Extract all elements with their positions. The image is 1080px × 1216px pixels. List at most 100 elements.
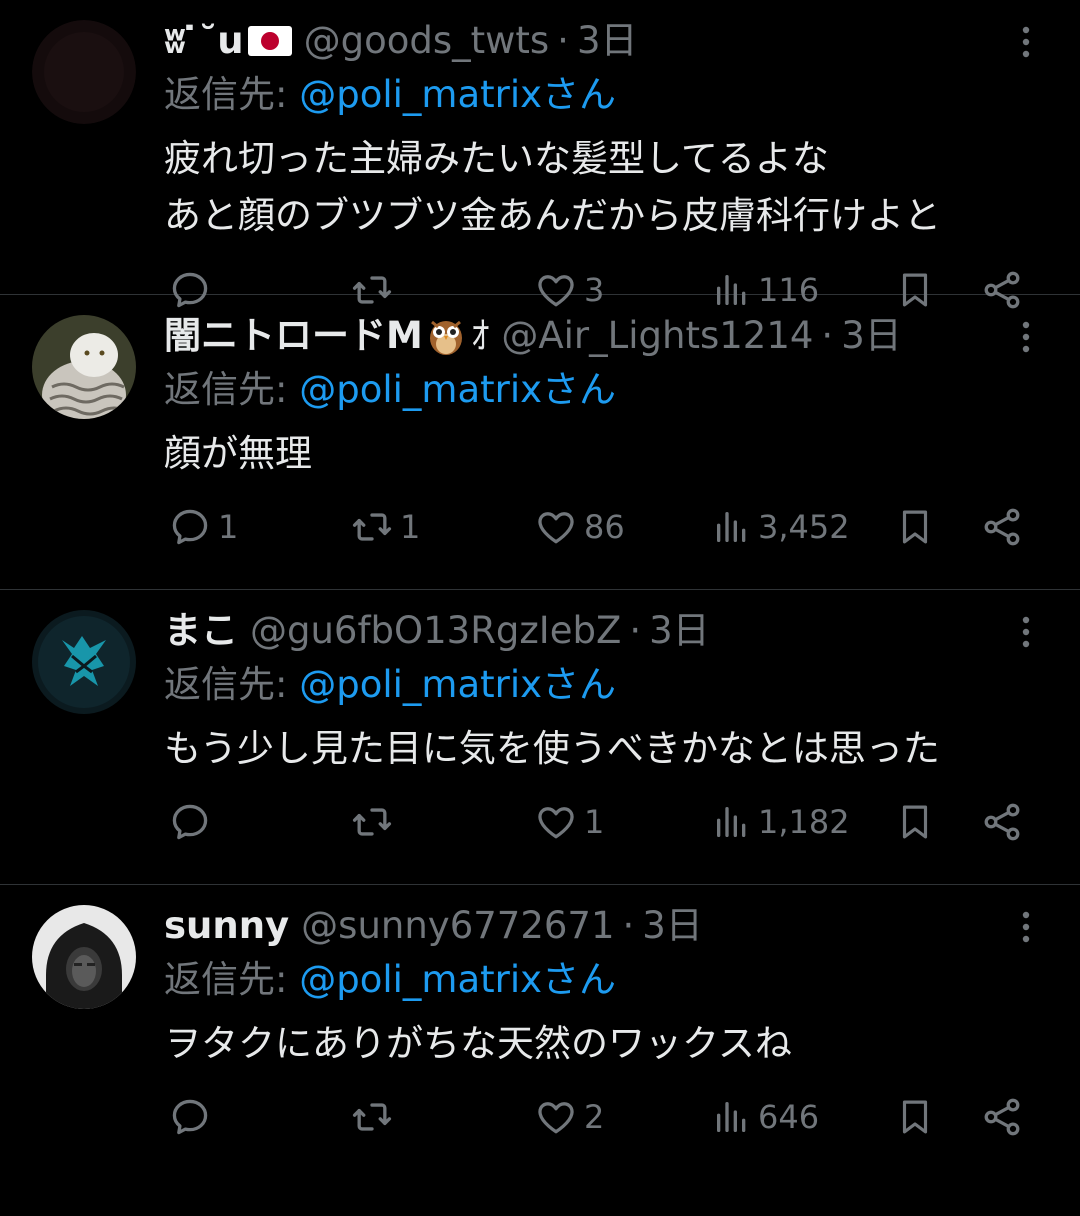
tweet[interactable]: sunny @sunny6772671 · 3日 返信先: @poli_matr… [0,885,1080,1165]
reply-icon [172,509,208,545]
avatar[interactable] [32,20,136,124]
more-options-button[interactable] [1008,317,1044,357]
display-name[interactable]: 闇ニトロードM [164,311,423,361]
tweet-text-line: あと顔のブツブツ金あんだから皮膚科行けよと [164,194,941,237]
reply-icon [172,804,208,840]
timestamp[interactable]: 3日 [577,16,638,66]
views-chart-icon [717,1102,746,1132]
action-bar: 1 1,182 [164,794,1034,850]
like-button[interactable]: 2 [534,1089,604,1145]
like-count: 86 [584,508,625,546]
tweet-text: もう少し見た目に気を使うべきかなとは思った [164,720,1054,777]
timestamp[interactable]: 3日 [642,901,703,951]
tweet-text: ヲタクにありがちな天然のワックスね [164,1015,1054,1072]
bookmark-icon [902,1100,928,1134]
bookmark-button[interactable] [894,499,936,555]
tweet-text-line: もう少し見た目に気を使うべきかなとは思った [164,727,940,770]
teal-emblem-avatar-icon [32,610,136,714]
heart-icon [538,807,574,839]
bookmark-button[interactable] [894,794,936,850]
more-vertical-icon [1022,911,1030,943]
more-options-button[interactable] [1008,907,1044,947]
user-handle[interactable]: @sunny6772671 [301,901,614,951]
views-chart-icon [717,807,746,837]
bookmark-icon [902,805,928,839]
user-handle[interactable]: @gu6fbO13RgzIebZ [250,606,621,656]
retweet-button[interactable] [350,794,400,850]
reply-prefix: 返信先: [164,663,300,706]
tweet-text: 顔が無理 [164,425,1054,482]
views-count: 3,452 [758,508,850,546]
retweet-button[interactable] [350,1089,400,1145]
tweet-text: 疲れ切った主婦みたいな髪型してるよな あと顔のブツブツ金あんだから皮膚科行けよと [164,130,1054,244]
reply-context: 返信先: @poli_matrixさん [164,955,616,1005]
share-button[interactable] [980,794,1024,850]
more-vertical-icon [1022,321,1030,353]
user-handle[interactable]: @goods_twts [304,16,550,66]
views-button[interactable]: 646 [712,1089,819,1145]
reply-icon [172,1099,208,1135]
display-name[interactable]: まこ [164,606,238,656]
share-button[interactable] [980,499,1024,555]
reply-mention-link[interactable]: @poli_matrixさん [299,73,616,116]
action-bar: 1 1 86 3,452 [164,499,1034,555]
share-icon [984,508,1020,546]
tweet-text-line: 疲れ切った主婦みたいな髪型してるよな [164,137,829,180]
reply-button[interactable]: 1 [168,499,238,555]
tweet[interactable]: ʬ ̇˘u @goods_twts · 3日 返信先: @poli_matrix… [0,0,1080,309]
japan-flag-emoji-icon [247,26,292,56]
retweet-icon [352,808,392,836]
share-icon [984,1098,1020,1136]
avatar[interactable] [32,905,136,1009]
reply-prefix: 返信先: [164,958,300,1001]
reply-feed: ʬ ̇˘u @goods_twts · 3日 返信先: @poli_matrix… [0,0,1080,1165]
avatar[interactable] [32,315,136,419]
reply-context: 返信先: @poli_matrixさん [164,70,616,120]
separator-dot: · [557,19,569,62]
reply-mention-link[interactable]: @poli_matrixさん [299,368,616,411]
tweet-text-line: ヲタクにありがちな天然のワックスね [164,1022,792,1065]
timestamp[interactable]: 3日 [841,311,902,361]
views-button[interactable]: 1,182 [712,794,850,850]
tweet-text-line: 顔が無理 [164,432,312,475]
like-button[interactable]: 86 [534,499,625,555]
tweet[interactable]: まこ @gu6fbO13RgzIebZ · 3日 返信先: @poli_matr… [0,590,1080,885]
reply-button[interactable] [168,1089,218,1145]
dark-avatar-icon [32,20,136,124]
bookmark-icon [902,510,928,544]
more-vertical-icon [1022,26,1030,58]
reply-button[interactable] [168,794,218,850]
tweet-header: sunny @sunny6772671 · 3日 [164,901,703,951]
action-bar: 2 646 [164,1089,1034,1145]
display-name[interactable]: sunny [164,901,289,951]
more-options-button[interactable] [1008,612,1044,652]
tweet[interactable]: 闇ニトロードM ｵ @Air_Lights1214 · 3日 返信先: @pol… [0,295,1080,590]
views-count: 1,182 [758,803,850,841]
reply-mention-link[interactable]: @poli_matrixさん [299,958,616,1001]
like-count: 2 [584,1098,605,1136]
reply-context: 返信先: @poli_matrixさん [164,365,616,415]
reply-count: 1 [218,508,239,546]
reply-context: 返信先: @poli_matrixさん [164,660,616,710]
display-name[interactable]: ʬ ̇˘u [164,16,244,66]
views-count: 646 [758,1098,820,1136]
more-vertical-icon [1022,616,1030,648]
reply-prefix: 返信先: [164,368,300,411]
views-button[interactable]: 3,452 [712,499,850,555]
more-options-button[interactable] [1008,22,1044,62]
retweet-icon [352,513,392,541]
tweet-header: 闇ニトロードM ｵ @Air_Lights1214 · 3日 [164,311,902,361]
reply-prefix: 返信先: [164,73,300,116]
user-handle[interactable]: @Air_Lights1214 [501,311,813,361]
reply-mention-link[interactable]: @poli_matrixさん [299,663,616,706]
snowy-owl-avatar-icon [32,315,136,419]
timestamp[interactable]: 3日 [649,606,710,656]
avatar[interactable] [32,610,136,714]
retweet-button[interactable]: 1 [350,499,420,555]
views-chart-icon [717,511,746,542]
share-button[interactable] [980,1089,1024,1145]
tweet-header: ʬ ̇˘u @goods_twts · 3日 [164,16,637,66]
owl-emoji-icon [427,316,465,356]
bookmark-button[interactable] [894,1089,936,1145]
like-button[interactable]: 1 [534,794,604,850]
